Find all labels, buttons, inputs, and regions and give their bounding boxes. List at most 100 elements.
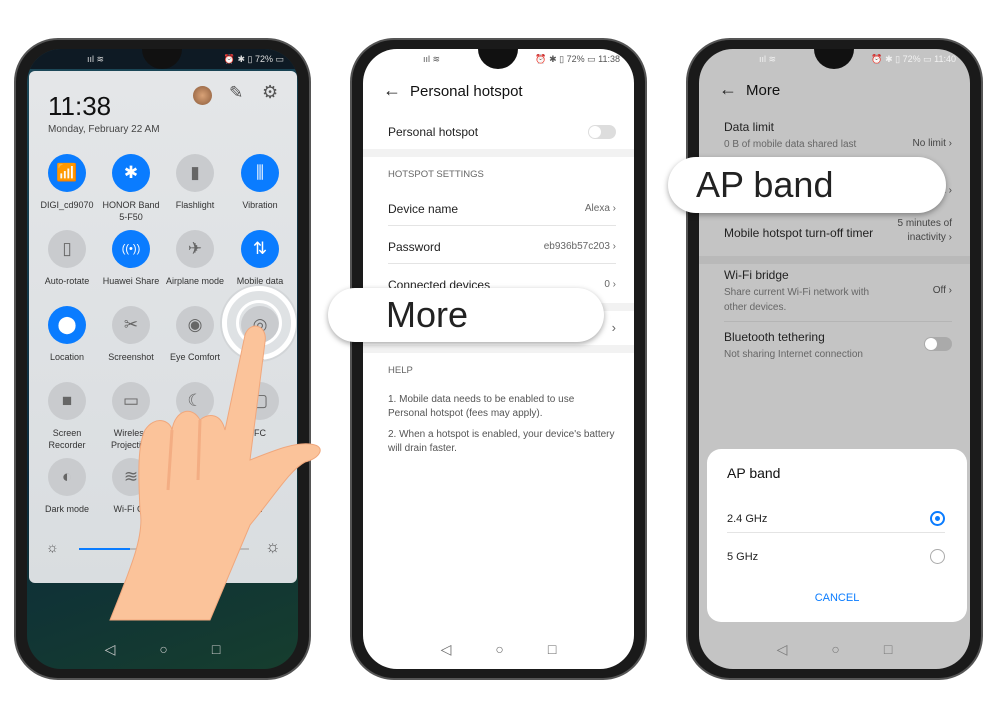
pencil-icon[interactable]: ✎ xyxy=(229,83,243,103)
home-icon[interactable]: ○ xyxy=(831,641,839,657)
nav-bar: ◁ ○ □ xyxy=(363,637,634,661)
tile-label: Screen Recorder xyxy=(48,428,86,450)
option-2-4ghz[interactable]: 2.4 GHz xyxy=(707,505,967,533)
data-limit-row[interactable]: Data limit 0 B of mobile data shared last… xyxy=(724,120,952,152)
tile-wifi[interactable]: 📶 DIGI_cd9070 xyxy=(35,154,99,211)
mobile-data-icon: ⇅ xyxy=(241,230,279,268)
row-label: Mobile hotspot turn-off timer xyxy=(724,226,874,240)
cancel-button[interactable]: CANCEL xyxy=(707,592,967,604)
row-value: Alexa › xyxy=(584,203,616,214)
recents-icon[interactable]: □ xyxy=(884,641,892,657)
tile-location[interactable]: ⬤ Location xyxy=(35,306,99,363)
status-icons: ⏰ ✱ ▯ 72% ▭ 11:38 xyxy=(535,54,620,64)
row-label: Data limit xyxy=(724,120,775,134)
radio-selected[interactable] xyxy=(930,511,945,526)
tile-flashlight[interactable]: ▮ Flashlight xyxy=(163,154,227,211)
screen: ııl ≋ ⏰ ✱ ▯ 72% ▭ 11:40 ← More Data limit… xyxy=(699,49,970,669)
auto-rotate-icon: ▯ xyxy=(48,230,86,268)
row-value: 5 minutes of inactivity › xyxy=(897,218,952,243)
tile-bluetooth[interactable]: ✱ HONOR Band 5-F50 xyxy=(99,154,163,223)
option-label: 2.4 GHz xyxy=(727,513,768,525)
wifi-icon: 📶 xyxy=(48,154,86,192)
avatar[interactable] xyxy=(193,86,212,105)
divider xyxy=(727,532,945,533)
row-label: Personal hotspot xyxy=(388,125,479,139)
back-icon[interactable]: ◁ xyxy=(777,641,788,658)
device-name-row[interactable]: Device name Alexa › xyxy=(388,202,616,216)
tile-airplane[interactable]: ✈ Airplane mode xyxy=(163,230,227,287)
tile-mobile-data[interactable]: ⇅ Mobile data xyxy=(228,230,292,287)
row-label: Password xyxy=(388,240,441,254)
clock: 11:38 xyxy=(48,91,112,121)
wifi-bridge-row[interactable]: Wi-Fi bridge Share current Wi-Fi network … xyxy=(724,268,952,315)
divider xyxy=(363,149,634,157)
more-callout: More xyxy=(328,288,604,342)
tile-auto-rotate[interactable]: ▯ Auto-rotate xyxy=(35,230,99,287)
screen-recorder-icon: ■ xyxy=(48,382,86,420)
status-icons: ⏰ ✱ ▯ 72% ▭ xyxy=(223,54,284,64)
back-icon[interactable]: ◁ xyxy=(441,641,452,658)
section-header: HOTSPOT SETTINGS xyxy=(388,169,484,180)
airplane-icon: ✈ xyxy=(176,230,214,268)
back-arrow-icon[interactable]: ← xyxy=(719,79,737,100)
row-subtitle: Share current Wi-Fi network with other d… xyxy=(724,287,870,313)
option-5ghz[interactable]: 5 GHz xyxy=(707,543,967,571)
radio-unselected[interactable] xyxy=(930,549,945,564)
gear-icon[interactable]: ⚙ xyxy=(262,82,278,103)
row-value: Off › xyxy=(932,285,952,296)
ap-band-dialog: AP band 2.4 GHz 5 GHz CANCEL xyxy=(707,449,967,622)
tile-label: Dark mode xyxy=(44,504,89,514)
phone-personal-hotspot: ııl ≋ ⏰ ✱ ▯ 72% ▭ 11:38 ← Personal hotspo… xyxy=(350,38,647,680)
brightness-low-icon: ☼ xyxy=(46,539,59,555)
recents-icon[interactable]: □ xyxy=(212,641,220,657)
help-header: HELP xyxy=(388,365,413,376)
tile-label: Huawei Share xyxy=(102,276,160,286)
tile-huawei-share[interactable]: ((•)) Huawei Share xyxy=(99,230,163,287)
recents-icon[interactable]: □ xyxy=(548,641,556,657)
pointing-hand-illustration xyxy=(109,325,321,621)
signal-wifi-icon: ııl ≋ xyxy=(87,54,105,64)
nav-bar: ◁ ○ □ xyxy=(27,637,298,661)
password-row[interactable]: Password eb936b57c203 › xyxy=(388,240,616,254)
row-label: Device name xyxy=(388,202,459,216)
bluetooth-icon: ✱ xyxy=(112,154,150,192)
back-arrow-icon[interactable]: ← xyxy=(383,80,401,101)
tile-screen-recorder[interactable]: ■ Screen Recorder xyxy=(35,382,99,451)
tile-label: Flashlight xyxy=(175,200,215,210)
home-icon[interactable]: ○ xyxy=(159,641,167,657)
location-icon: ⬤ xyxy=(48,306,86,344)
tile-label: Location xyxy=(49,352,85,362)
tile-vibration[interactable]: ⫼ Vibration xyxy=(228,154,292,211)
divider xyxy=(363,345,634,353)
divider xyxy=(724,321,952,322)
row-value: eb936b57c203 › xyxy=(543,241,616,252)
flashlight-icon: ▮ xyxy=(176,154,214,192)
page-title: More xyxy=(746,82,781,99)
personal-hotspot-toggle-row[interactable]: Personal hotspot xyxy=(388,125,616,139)
screen: ııl ≋ ⏰ ✱ ▯ 72% ▭ 11:38 ← Personal hotspo… xyxy=(363,49,634,669)
huawei-share-icon: ((•)) xyxy=(112,230,150,268)
home-icon[interactable]: ○ xyxy=(495,641,503,657)
tile-label: Airplane mode xyxy=(165,276,225,286)
divider xyxy=(699,256,970,264)
bluetooth-tethering-row[interactable]: Bluetooth tethering Not sharing Internet … xyxy=(724,330,952,362)
dialog-title: AP band xyxy=(727,465,781,481)
tile-dark-mode[interactable]: ◐ Dark mode xyxy=(35,458,99,515)
help-text-1: 1. Mobile data needs to be enabled to us… xyxy=(388,394,575,419)
tile-label: Auto-rotate xyxy=(44,276,90,286)
tile-label: Vibration xyxy=(242,200,278,210)
page-title: Personal hotspot xyxy=(410,83,523,100)
help-text-2: 2. When a hotspot is enabled, your devic… xyxy=(388,429,615,454)
nav-bar: ◁ ○ □ xyxy=(699,637,970,661)
tile-label: HONOR Band 5-F50 xyxy=(102,200,160,222)
bluetooth-tethering-toggle[interactable] xyxy=(924,337,952,351)
row-value: 0 › xyxy=(604,279,616,290)
signal-wifi-icon: ııl ≋ xyxy=(423,54,441,64)
back-icon[interactable]: ◁ xyxy=(105,641,116,658)
personal-hotspot-toggle[interactable] xyxy=(588,125,616,139)
row-label: Bluetooth tethering xyxy=(724,330,825,344)
phone-more-settings: ııl ≋ ⏰ ✱ ▯ 72% ▭ 11:40 ← More Data limit… xyxy=(686,38,983,680)
option-label: 5 GHz xyxy=(727,551,759,563)
signal-wifi-icon: ııl ≋ xyxy=(759,54,777,64)
divider xyxy=(388,225,616,226)
